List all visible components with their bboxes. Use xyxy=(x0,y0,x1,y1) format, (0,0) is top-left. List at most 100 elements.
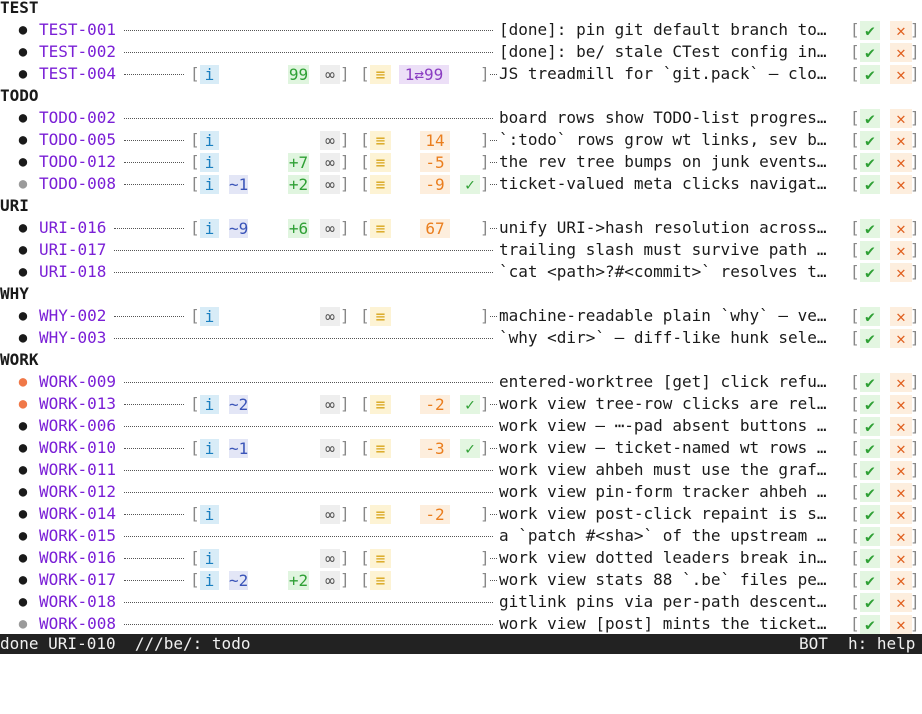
ticket-id-link[interactable]: WHY-002 xyxy=(39,305,106,327)
info-button[interactable]: i xyxy=(200,439,219,458)
list-button[interactable]: ≡ xyxy=(370,175,391,194)
ticket-description[interactable]: entered-worktree [get] click refu… xyxy=(499,371,827,393)
worktree-badge[interactable]: ~2 xyxy=(229,395,248,414)
ticket-id-link[interactable]: WORK-010 xyxy=(39,437,116,459)
ticket-id-link[interactable]: WORK-017 xyxy=(39,569,116,591)
mark-done-button[interactable]: ✔ xyxy=(860,263,880,282)
list-button[interactable]: ≡ xyxy=(370,395,391,414)
mark-done-button[interactable]: ✔ xyxy=(860,395,880,414)
ticket-description[interactable]: work view ahbeh must use the graf… xyxy=(499,459,827,481)
ticket-id-link[interactable]: TODO-005 xyxy=(39,129,116,151)
drop-button[interactable]: ✕ xyxy=(890,549,912,568)
mark-done-button[interactable]: ✔ xyxy=(860,329,880,348)
ticket-description[interactable]: machine-readable plain `why` – ve… xyxy=(499,305,827,327)
list-button[interactable]: ≡ xyxy=(370,153,391,172)
ticket-description[interactable]: work view tree-row clicks are rel… xyxy=(499,393,827,415)
ticket-description[interactable]: work view – ticket-named wt rows … xyxy=(499,437,827,459)
drop-button[interactable]: ✕ xyxy=(890,505,912,524)
mark-done-button[interactable]: ✔ xyxy=(860,307,880,326)
ticket-description[interactable]: board rows show TODO-list progres… xyxy=(499,107,827,129)
mark-done-button[interactable]: ✔ xyxy=(860,65,880,84)
drop-button[interactable]: ✕ xyxy=(890,109,912,128)
drop-button[interactable]: ✕ xyxy=(890,395,912,414)
mark-done-button[interactable]: ✔ xyxy=(860,527,880,546)
mark-done-button[interactable]: ✔ xyxy=(860,571,880,590)
ticket-description[interactable]: work view – ⋯-pad absent buttons … xyxy=(499,415,827,437)
ticket-description[interactable]: `why <dir>` – diff-like hunk sele… xyxy=(499,327,827,349)
drop-button[interactable]: ✕ xyxy=(890,571,912,590)
mark-done-button[interactable]: ✔ xyxy=(860,439,880,458)
list-button[interactable]: ≡ xyxy=(370,131,391,150)
mark-done-button[interactable]: ✔ xyxy=(860,241,880,260)
ticket-id-link[interactable]: WORK-011 xyxy=(39,459,116,481)
info-button[interactable]: i xyxy=(200,571,219,590)
info-button[interactable]: i xyxy=(200,65,219,84)
drop-button[interactable]: ✕ xyxy=(890,307,912,326)
mark-done-button[interactable]: ✔ xyxy=(860,461,880,480)
ticket-id-link[interactable]: WHY-003 xyxy=(39,327,106,349)
ticket-id-link[interactable]: WORK-012 xyxy=(39,481,116,503)
mark-done-button[interactable]: ✔ xyxy=(860,131,880,150)
ticket-description[interactable]: work view pin-form tracker ahbeh … xyxy=(499,481,827,503)
ticket-description[interactable]: [done]: be/ stale CTest config in… xyxy=(499,41,827,63)
ticket-description[interactable]: JS treadmill for `git.pack` – clo… xyxy=(499,63,827,85)
list-button[interactable]: ≡ xyxy=(370,571,391,590)
mark-done-button[interactable]: ✔ xyxy=(860,483,880,502)
ticket-description[interactable]: [done]: pin git default branch to… xyxy=(499,19,827,41)
list-button[interactable]: ≡ xyxy=(370,439,391,458)
ticket-id-link[interactable]: WORK-008 xyxy=(39,613,116,635)
mark-done-button[interactable]: ✔ xyxy=(860,175,880,194)
ticket-description[interactable]: ticket-valued meta clicks navigat… xyxy=(499,173,827,195)
mark-done-button[interactable]: ✔ xyxy=(860,373,880,392)
ticket-id-link[interactable]: WORK-014 xyxy=(39,503,116,525)
info-button[interactable]: i xyxy=(200,131,219,150)
ticket-description[interactable]: work view dotted leaders break in… xyxy=(499,547,827,569)
ticket-id-link[interactable]: TEST-002 xyxy=(39,41,116,63)
mark-done-button[interactable]: ✔ xyxy=(860,43,880,62)
worktree-badge[interactable]: ~1 xyxy=(229,175,248,194)
ticket-id-link[interactable]: URI-017 xyxy=(39,239,106,261)
mark-done-button[interactable]: ✔ xyxy=(860,109,880,128)
ticket-description[interactable]: the rev tree bumps on junk events… xyxy=(499,151,827,173)
ticket-description[interactable]: `cat <path>?#<commit>` resolves t… xyxy=(499,261,827,283)
drop-button[interactable]: ✕ xyxy=(890,593,912,612)
ticket-id-link[interactable]: TODO-012 xyxy=(39,151,116,173)
help-hint[interactable]: h: help xyxy=(848,634,915,654)
drop-button[interactable]: ✕ xyxy=(890,241,912,260)
ticket-id-link[interactable]: URI-018 xyxy=(39,261,106,283)
worktree-badge[interactable]: ~1 xyxy=(229,439,248,458)
mark-done-button[interactable]: ✔ xyxy=(860,615,880,634)
info-button[interactable]: i xyxy=(200,153,219,172)
worktree-badge[interactable]: ~2 xyxy=(229,571,248,590)
ticket-id-link[interactable]: TODO-008 xyxy=(39,173,116,195)
ticket-id-link[interactable]: WORK-013 xyxy=(39,393,116,415)
info-button[interactable]: i xyxy=(200,219,219,238)
ticket-id-link[interactable]: WORK-016 xyxy=(39,547,116,569)
drop-button[interactable]: ✕ xyxy=(890,263,912,282)
ticket-id-link[interactable]: WORK-018 xyxy=(39,591,116,613)
mark-done-button[interactable]: ✔ xyxy=(860,505,880,524)
ticket-description[interactable]: work view post-click repaint is s… xyxy=(499,503,827,525)
ticket-id-link[interactable]: TODO-002 xyxy=(39,107,116,129)
ticket-description[interactable]: unify URI->hash resolution across… xyxy=(499,217,827,239)
list-button[interactable]: ≡ xyxy=(370,65,391,84)
drop-button[interactable]: ✕ xyxy=(890,483,912,502)
info-button[interactable]: i xyxy=(200,395,219,414)
info-button[interactable]: i xyxy=(200,175,219,194)
info-button[interactable]: i xyxy=(200,549,219,568)
ticket-description[interactable]: work view stats 88 `.be` files pe… xyxy=(499,569,827,591)
mark-done-button[interactable]: ✔ xyxy=(860,549,880,568)
ticket-id-link[interactable]: WORK-009 xyxy=(39,371,116,393)
ticket-id-link[interactable]: WORK-006 xyxy=(39,415,116,437)
ticket-id-link[interactable]: WORK-015 xyxy=(39,525,116,547)
drop-button[interactable]: ✕ xyxy=(890,461,912,480)
drop-button[interactable]: ✕ xyxy=(890,153,912,172)
ticket-description[interactable]: trailing slash must survive path … xyxy=(499,239,827,261)
list-button[interactable]: ≡ xyxy=(370,505,391,524)
ticket-description[interactable]: work view [post] mints the ticket… xyxy=(499,613,827,635)
info-button[interactable]: i xyxy=(200,307,219,326)
drop-button[interactable]: ✕ xyxy=(890,21,912,40)
drop-button[interactable]: ✕ xyxy=(890,373,912,392)
drop-button[interactable]: ✕ xyxy=(890,329,912,348)
ticket-description[interactable]: `:todo` rows grow wt links, sev b… xyxy=(499,129,827,151)
